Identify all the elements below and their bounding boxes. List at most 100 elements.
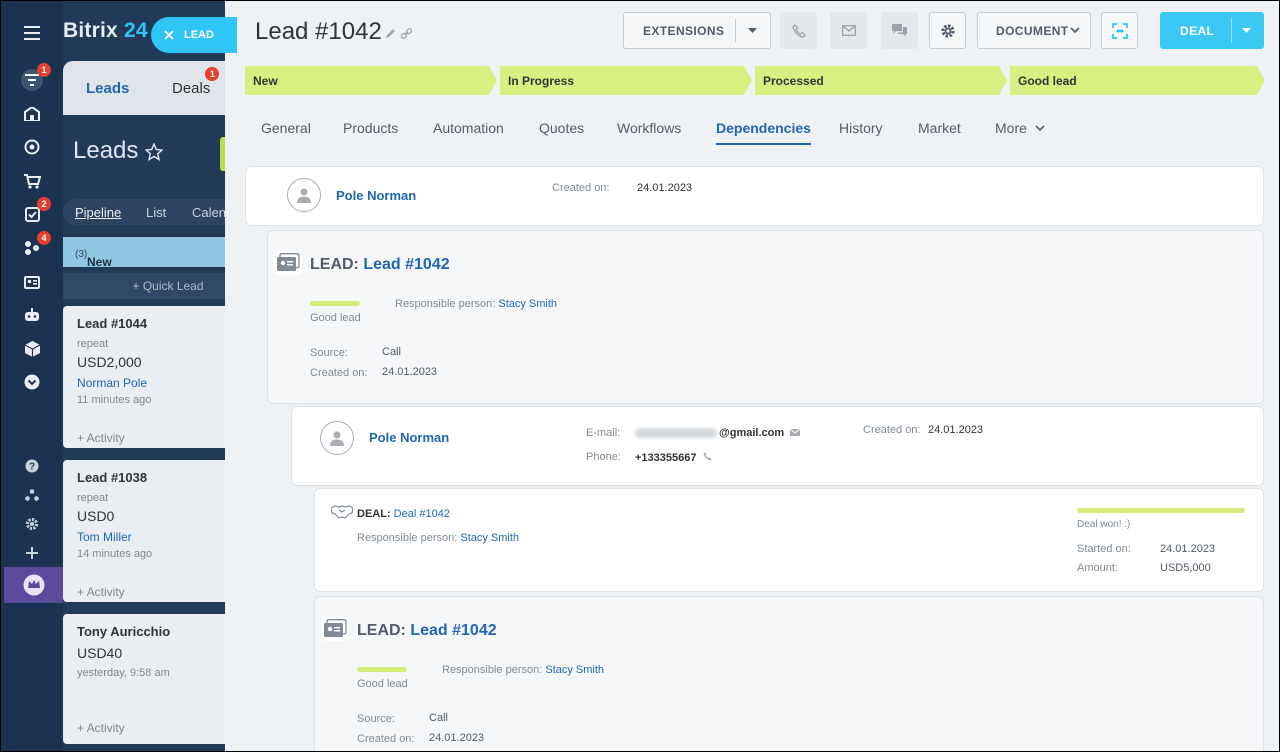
upgrade-crown-button[interactable] [4, 567, 64, 603]
phone-icon [703, 452, 712, 461]
add-icon[interactable] [21, 542, 43, 564]
card-contact[interactable]: Norman Pole [77, 376, 147, 390]
card-subtitle: repeat [77, 338, 109, 350]
stage-good-lead[interactable]: Good lead [1010, 66, 1265, 95]
kanban-card[interactable]: Lead #1044 repeat USD2,000 Norman Pole 1… [63, 306, 238, 448]
card-amount: USD2,000 [77, 354, 142, 370]
deals-badge: 1 [205, 67, 220, 81]
help-icon[interactable]: ? [21, 455, 43, 477]
email-value[interactable]: @gmail.com [635, 427, 801, 439]
created-value: 24.01.2023 [928, 424, 984, 436]
settings-icon[interactable] [21, 513, 43, 535]
lead-heading: LEAD: Lead #1042 [310, 256, 450, 273]
contact-name-link[interactable]: Pole Norman [336, 188, 416, 203]
handshake-icon [330, 505, 354, 524]
robot-icon[interactable] [21, 304, 43, 326]
structure-icon[interactable] [21, 484, 43, 506]
sites-icon[interactable]: 4 [21, 231, 51, 259]
create-deal-button[interactable]: DEAL [1160, 12, 1264, 49]
created-label: Created on: [552, 182, 610, 194]
tab-history[interactable]: History [839, 120, 883, 136]
tab-general[interactable]: General [261, 120, 311, 136]
extensions-button[interactable]: EXTENSIONS [623, 12, 771, 49]
responsible-link[interactable]: Stacy Smith [498, 298, 557, 310]
card-title: Lead #1044 [77, 316, 148, 331]
sites-badge: 4 [37, 231, 51, 245]
stage-in-progress[interactable]: In Progress [500, 66, 752, 95]
target-icon[interactable] [21, 136, 43, 158]
redacted-email [635, 428, 717, 439]
contact-detail-card: Pole Norman E-mail: @gmail.com Phone: +1… [291, 406, 1264, 486]
divider [1231, 18, 1232, 43]
gear-icon [940, 23, 955, 38]
stage-bar: New In Progress Processed Good lead [245, 66, 1265, 95]
tab-market[interactable]: Market [918, 120, 961, 136]
box-icon[interactable] [21, 338, 43, 360]
scan-icon [1111, 22, 1128, 39]
stage-label: Good lead [357, 678, 408, 690]
tab-quotes[interactable]: Quotes [539, 120, 584, 136]
phone-value[interactable]: +133355667 [635, 452, 712, 464]
user-icon [330, 431, 344, 446]
quick-lead-button[interactable]: + Quick Lead [63, 273, 238, 299]
tab-leads[interactable]: Leads [86, 80, 129, 97]
close-slider-button[interactable]: LEAD [151, 17, 237, 53]
star-icon[interactable] [144, 142, 164, 166]
lead-link[interactable]: Lead #1042 [410, 622, 496, 639]
background-crm-app: Bitrix 24 Leads Deals 1 Leads Pipeline Li… [63, 1, 238, 751]
document-button[interactable]: DOCUMENT [977, 12, 1091, 49]
lead-section: LEAD: Lead #1042 Good lead Responsible p… [314, 596, 1264, 751]
card-activity[interactable]: + Activity [77, 585, 125, 599]
deal-stage-label: Deal won! :) [1077, 519, 1131, 530]
deal-card: DEAL: Deal #1042 Responsible person: Sta… [314, 488, 1264, 592]
stage-progress-bar [357, 667, 407, 672]
view-pipeline[interactable]: Pipeline [75, 205, 121, 220]
company-icon[interactable] [21, 103, 43, 125]
caret-down-icon [748, 27, 757, 33]
responsible-link[interactable]: Stacy Smith [460, 532, 519, 544]
card-title: Tony Auricchio [77, 624, 171, 639]
card-activity[interactable]: + Activity [77, 721, 125, 735]
stage-new[interactable]: New [245, 66, 497, 95]
envelope-icon [789, 428, 801, 436]
edit-pencil-icon[interactable] [385, 26, 396, 44]
crm-filter-icon[interactable]: 1 [21, 63, 51, 91]
tab-automation[interactable]: Automation [433, 120, 504, 136]
view-list[interactable]: List [146, 205, 166, 220]
cart-icon[interactable] [21, 170, 43, 192]
close-icon [164, 30, 174, 40]
view-calendar[interactable]: Calen [192, 205, 226, 220]
stage-progress-bar [310, 301, 360, 306]
stage-processed[interactable]: Processed [755, 66, 1007, 95]
plus-icon: + [132, 279, 143, 293]
tab-dependencies[interactable]: Dependencies [716, 120, 811, 145]
email-button[interactable] [830, 12, 867, 49]
card-activity[interactable]: + Activity [77, 431, 125, 445]
kanban-card[interactable]: Lead #1038 repeat USD0 Tom Miller 14 min… [63, 460, 238, 602]
crm-tabs: Leads Deals 1 [63, 61, 238, 115]
contact-card-icon[interactable] [21, 271, 43, 293]
amount-label: Amount: [1077, 562, 1118, 574]
contact-name-link[interactable]: Pole Norman [369, 430, 449, 445]
lead-link[interactable]: Lead #1042 [363, 256, 449, 273]
filter-badge: 1 [37, 63, 51, 77]
card-title: Lead #1038 [77, 470, 148, 485]
tasks-icon[interactable]: 2 [21, 197, 51, 225]
settings-button[interactable] [929, 12, 966, 49]
tab-more[interactable]: More [995, 120, 1045, 136]
call-button[interactable] [780, 12, 817, 49]
chat-button[interactable] [881, 12, 918, 49]
link-icon[interactable] [400, 26, 413, 44]
menu-icon[interactable] [21, 22, 43, 44]
responsible-link[interactable]: Stacy Smith [545, 664, 604, 676]
card-contact[interactable]: Tom Miller [77, 530, 132, 544]
tab-products[interactable]: Products [343, 120, 398, 136]
deal-link[interactable]: Deal #1042 [394, 508, 450, 520]
more-down-icon[interactable] [21, 371, 43, 393]
tab-deals[interactable]: Deals 1 [172, 67, 220, 97]
view-switcher: Pipeline List Calen [63, 199, 238, 225]
scan-button[interactable] [1101, 12, 1138, 49]
amount-value: USD5,000 [1160, 562, 1211, 574]
tab-workflows[interactable]: Workflows [617, 120, 681, 136]
kanban-card[interactable]: Tony Auricchio USD40 yesterday, 9:58 am … [63, 614, 238, 744]
